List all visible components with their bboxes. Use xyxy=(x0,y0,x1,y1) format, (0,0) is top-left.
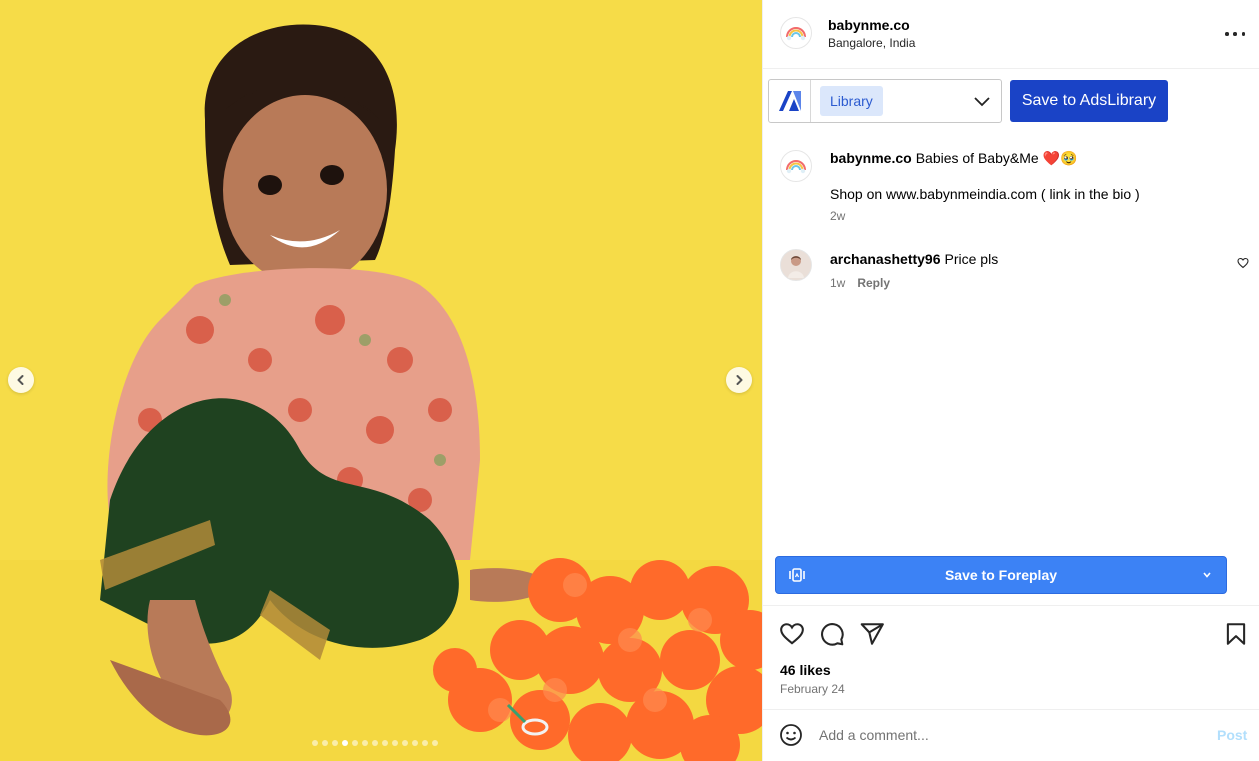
slide-dot xyxy=(432,740,438,746)
comment-meta: 1w Reply xyxy=(830,276,890,290)
board-select[interactable]: Library xyxy=(768,79,1002,123)
slide-dot xyxy=(352,740,358,746)
comment-text: archanashetty96 Price pls xyxy=(830,250,1230,268)
post-date: February 24 xyxy=(780,682,845,696)
emoji-icon[interactable] xyxy=(779,723,803,747)
heart-icon[interactable] xyxy=(1237,257,1249,269)
chevron-left-icon xyxy=(17,375,24,385)
caption-username[interactable]: babynme.co xyxy=(830,150,912,166)
next-slide-button[interactable] xyxy=(726,367,752,393)
post-author-username[interactable]: babynme.co xyxy=(828,17,910,33)
comment-icon[interactable] xyxy=(819,621,845,647)
comment-composer: Post xyxy=(763,710,1259,761)
caption: babynme.co Babies of Baby&Me ❤️🥹 Shop on … xyxy=(763,148,1259,228)
more-dot xyxy=(1233,32,1237,36)
caption-timestamp: 2w xyxy=(830,209,846,223)
chevron-down-icon xyxy=(974,97,990,107)
post-photo xyxy=(0,0,762,761)
chevron-right-icon xyxy=(736,375,743,385)
slide-dot xyxy=(412,740,418,746)
caption-body: Babies of Baby&Me ❤️🥹 xyxy=(915,150,1078,166)
reply-button[interactable]: Reply xyxy=(857,276,890,290)
foreplay-label: Save to Foreplay xyxy=(944,567,1058,583)
avatar[interactable] xyxy=(780,150,812,182)
save-to-foreplay-button[interactable]: Save to Foreplay xyxy=(775,556,1227,594)
comment-username[interactable]: archanashetty96 xyxy=(830,251,941,267)
slide-dot xyxy=(392,740,398,746)
chevron-down-icon[interactable] xyxy=(1202,570,1212,580)
post-details-panel: babynme.co Bangalore, India Library Save… xyxy=(762,0,1259,761)
comment-item: archanashetty96 Price pls 1w Reply xyxy=(763,249,1259,293)
post-location[interactable]: Bangalore, India xyxy=(828,36,915,50)
caption-link-line: Shop on www.babynmeindia.com ( link in t… xyxy=(830,186,1140,202)
slide-indicator xyxy=(312,740,438,746)
caption-text: babynme.co Babies of Baby&Me ❤️🥹 xyxy=(830,149,1230,167)
comment-body: Price pls xyxy=(944,251,999,267)
rainbow-logo-icon xyxy=(786,27,806,41)
post-comment-button[interactable]: Post xyxy=(1217,727,1247,743)
slide-dot xyxy=(332,740,338,746)
post-header: babynme.co Bangalore, India xyxy=(763,0,1259,69)
slide-dot xyxy=(372,740,378,746)
slide-dot xyxy=(322,740,328,746)
slide-dot xyxy=(402,740,408,746)
prev-slide-button[interactable] xyxy=(8,367,34,393)
avatar[interactable] xyxy=(780,249,812,281)
slide-dot xyxy=(422,740,428,746)
avatar[interactable] xyxy=(780,17,812,49)
adslibrary-logo-icon xyxy=(769,80,811,122)
post-actions: 46 likes February 24 xyxy=(763,605,1259,710)
comment-input[interactable] xyxy=(819,724,1199,746)
bookmark-icon[interactable] xyxy=(1223,621,1249,647)
rainbow-logo-icon xyxy=(786,160,806,174)
slide-dot xyxy=(382,740,388,746)
slide-dot xyxy=(362,740,368,746)
user-photo-icon xyxy=(781,250,811,280)
slide-dot xyxy=(312,740,318,746)
slide-dot xyxy=(342,740,348,746)
like-count[interactable]: 46 likes xyxy=(780,662,831,678)
more-options-button[interactable] xyxy=(1225,26,1245,42)
more-horizontal-icon xyxy=(1225,32,1229,36)
heart-icon[interactable] xyxy=(779,621,805,647)
more-dot xyxy=(1241,32,1245,36)
comment-timestamp: 1w xyxy=(830,276,846,290)
post-media[interactable] xyxy=(0,0,762,761)
share-icon[interactable] xyxy=(859,621,885,647)
save-to-adslibrary-button[interactable]: Save to AdsLibrary xyxy=(1010,80,1168,122)
selected-board-chip: Library xyxy=(820,86,883,116)
